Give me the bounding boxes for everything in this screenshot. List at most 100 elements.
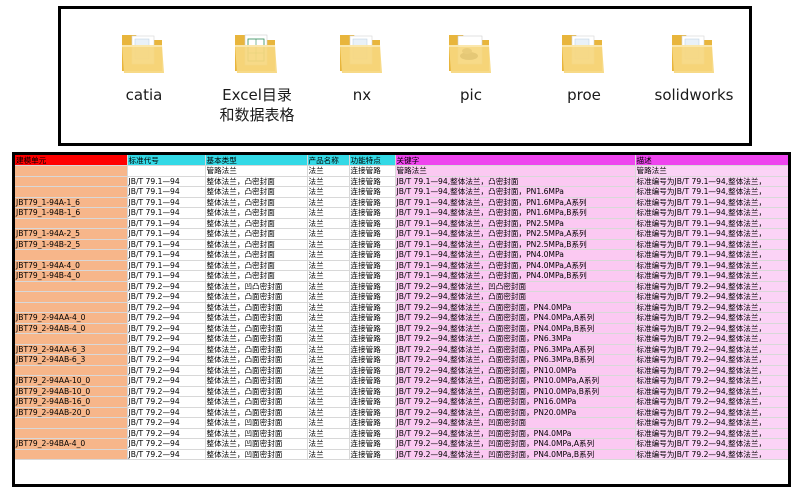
table-cell[interactable]: JB/T 79.1—94 bbox=[127, 197, 206, 208]
table-cell[interactable]: 法兰 bbox=[307, 449, 350, 460]
table-cell[interactable]: JB/T 79.1—94,整体法兰，凸密封面，PN1.6MPa,A系列 bbox=[395, 197, 636, 208]
table-cell[interactable]: 连接管路 bbox=[349, 249, 396, 261]
table-cell[interactable] bbox=[15, 165, 128, 177]
table-cell[interactable]: 标准编号为JB/T 79.2—94,整体法兰， bbox=[635, 407, 788, 418]
table-cell[interactable]: 连接管路 bbox=[349, 281, 396, 292]
table-cell[interactable]: JB/T 79.2—94,整体法兰，凸面密封面，PN6.3MPa,A系列 bbox=[395, 344, 636, 355]
table-cell[interactable]: 法兰 bbox=[307, 333, 350, 345]
table-cell[interactable]: 法兰 bbox=[307, 428, 350, 439]
table-cell[interactable]: 法兰 bbox=[307, 375, 350, 387]
table-cell[interactable]: 法兰 bbox=[307, 291, 350, 303]
table-cell[interactable]: JB/T 79.2—94 bbox=[127, 354, 206, 366]
table-cell[interactable]: JB/T 79.2—94,整体法兰，凸面密封面，PN4.0MPa bbox=[395, 302, 636, 313]
table-cell[interactable]: JB/T 79.2—94,整体法兰，凸面密封面，PN6.3MPa bbox=[395, 333, 636, 345]
table-cell[interactable]: 整体法兰，凸密封面 bbox=[205, 228, 308, 240]
folder-item-5[interactable]: solidworks bbox=[639, 27, 749, 105]
table-cell[interactable]: JB/T 79.2—94 bbox=[127, 438, 206, 450]
table-cell[interactable] bbox=[15, 302, 128, 313]
table-cell[interactable]: 标准编号为JB/T 79.2—94,整体法兰， bbox=[635, 417, 788, 429]
table-cell[interactable]: 标准编号为JB/T 79.2—94,整体法兰， bbox=[635, 396, 788, 408]
table-cell[interactable]: JB/T 79.2—94,整体法兰，凹面密封面，PN4.0MPa bbox=[395, 428, 636, 439]
table-cell[interactable]: 法兰 bbox=[307, 323, 350, 334]
table-cell[interactable]: 连接管路 bbox=[349, 302, 396, 313]
table-cell[interactable]: JB/T 79.1—94 bbox=[127, 218, 206, 229]
table-cell[interactable]: 法兰 bbox=[307, 165, 350, 177]
table-cell[interactable]: 法兰 bbox=[307, 396, 350, 408]
table-cell[interactable]: JBT79_2-94AB-4_0 bbox=[15, 323, 128, 334]
table-cell[interactable] bbox=[15, 428, 128, 439]
table-cell[interactable] bbox=[15, 281, 128, 292]
table-cell[interactable]: JB/T 79.2—94 bbox=[127, 302, 206, 313]
table-cell[interactable]: JB/T 79.2—94 bbox=[127, 428, 206, 439]
table-cell[interactable]: 标准编号为JB/T 79.1—94,整体法兰， bbox=[635, 197, 788, 208]
table-cell[interactable]: JBT79_1-94B-1_6 bbox=[15, 207, 128, 219]
table-cell[interactable]: JB/T 79.2—94,整体法兰，凹面密封面，PN4.0MPa,A系列 bbox=[395, 438, 636, 450]
table-cell[interactable]: JB/T 79.2—94,整体法兰，凹凸密封面 bbox=[395, 281, 636, 292]
table-cell[interactable]: JBT79_2-94AB-6_3 bbox=[15, 354, 128, 366]
table-cell[interactable] bbox=[15, 249, 128, 261]
table-cell[interactable]: 标准编号为JB/T 79.2—94,整体法兰， bbox=[635, 344, 788, 355]
table-cell[interactable]: JB/T 79.2—94,整体法兰，凸面密封面，PN4.0MPa,A系列 bbox=[395, 312, 636, 324]
table-cell[interactable]: 标准编号为JB/T 79.1—94,整体法兰， bbox=[635, 260, 788, 271]
table-cell[interactable]: JB/T 79.1—94 bbox=[127, 176, 206, 187]
table-cell[interactable]: 整体法兰，凸面密封面 bbox=[205, 375, 308, 387]
table-cell[interactable]: 标准编号为JB/T 79.1—94,整体法兰， bbox=[635, 186, 788, 198]
table-cell[interactable]: JBT79_1-94B-2_5 bbox=[15, 239, 128, 250]
table-cell[interactable]: JB/T 79.2—94 bbox=[127, 417, 206, 429]
table-cell[interactable]: 整体法兰，凹面密封面 bbox=[205, 417, 308, 429]
table-cell[interactable]: 整体法兰，凸密封面 bbox=[205, 176, 308, 187]
table-cell[interactable]: JB/T 79.1—94 bbox=[127, 228, 206, 240]
table-cell[interactable]: JB/T 79.1—94,整体法兰，凸密封面，PN2.5MPa,A系列 bbox=[395, 228, 636, 240]
table-cell[interactable]: 法兰 bbox=[307, 270, 350, 282]
table-cell[interactable]: 法兰 bbox=[307, 281, 350, 292]
table-cell[interactable] bbox=[15, 291, 128, 303]
table-cell[interactable]: JBT79_2-94AB-10_0 bbox=[15, 386, 128, 397]
table-cell[interactable]: 整体法兰，凸密封面 bbox=[205, 197, 308, 208]
table-cell[interactable]: 标准编号为JB/T 79.1—94,整体法兰， bbox=[635, 207, 788, 219]
table-cell[interactable]: 法兰 bbox=[307, 260, 350, 271]
table-cell[interactable]: 整体法兰，凸面密封面 bbox=[205, 312, 308, 324]
table-cell[interactable]: 连接管路 bbox=[349, 218, 396, 229]
table-cell[interactable]: 法兰 bbox=[307, 302, 350, 313]
table-cell[interactable]: 标准编号为JB/T 79.2—94,整体法兰， bbox=[635, 323, 788, 334]
table-cell[interactable]: JBT79_1-94A-1_6 bbox=[15, 197, 128, 208]
table-cell[interactable]: 连接管路 bbox=[349, 291, 396, 303]
table-cell[interactable]: 连接管路 bbox=[349, 228, 396, 240]
table-cell[interactable]: JBT79_1-94A-2_5 bbox=[15, 228, 128, 240]
table-cell[interactable]: JB/T 79.2—94 bbox=[127, 333, 206, 345]
table-cell[interactable]: JB/T 79.1—94 bbox=[127, 207, 206, 219]
table-cell[interactable]: JB/T 79.2—94 bbox=[127, 281, 206, 292]
table-cell[interactable]: 法兰 bbox=[307, 197, 350, 208]
table-cell[interactable]: JB/T 79.1—94,整体法兰，凸密封面，PN4.0MPa bbox=[395, 249, 636, 261]
table-cell[interactable]: 整体法兰，凸面密封面 bbox=[205, 354, 308, 366]
table-cell[interactable]: 连接管路 bbox=[349, 186, 396, 198]
table-cell[interactable]: 法兰 bbox=[307, 218, 350, 229]
table-cell[interactable]: 连接管路 bbox=[349, 312, 396, 324]
table-cell[interactable]: 法兰 bbox=[307, 417, 350, 429]
table-cell[interactable]: 整体法兰，凸面密封面 bbox=[205, 407, 308, 418]
table-cell[interactable] bbox=[15, 186, 128, 198]
table-cell[interactable]: JB/T 79.1—94,整体法兰，凸密封面，PN2.5MPa,B系列 bbox=[395, 239, 636, 250]
table-cell[interactable]: 法兰 bbox=[307, 249, 350, 261]
table-cell[interactable]: JB/T 79.1—94,整体法兰，凸密封面，PN1.6MPa bbox=[395, 186, 636, 198]
table-cell[interactable]: JB/T 79.2—94 bbox=[127, 449, 206, 460]
table-cell[interactable]: 连接管路 bbox=[349, 375, 396, 387]
table-cell[interactable]: 标准编号为JB/T 79.1—94,整体法兰， bbox=[635, 218, 788, 229]
table-cell[interactable]: 连接管路 bbox=[349, 417, 396, 429]
folder-item-1[interactable]: Excel目录 和数据表格 bbox=[202, 27, 312, 125]
table-cell[interactable]: 整体法兰，凸密封面 bbox=[205, 186, 308, 198]
table-cell[interactable]: 连接管路 bbox=[349, 386, 396, 397]
table-cell[interactable]: JB/T 79.2—94 bbox=[127, 396, 206, 408]
table-cell[interactable]: 整体法兰，凹面密封面 bbox=[205, 428, 308, 439]
table-cell[interactable]: 法兰 bbox=[307, 186, 350, 198]
folder-item-3[interactable]: pic bbox=[416, 27, 526, 105]
table-cell[interactable]: JB/T 79.2—94 bbox=[127, 344, 206, 355]
table-cell[interactable]: 法兰 bbox=[307, 207, 350, 219]
table-cell[interactable]: 连接管路 bbox=[349, 428, 396, 439]
table-cell[interactable]: 连接管路 bbox=[349, 365, 396, 376]
table-cell[interactable]: 整体法兰，凸面密封面 bbox=[205, 333, 308, 345]
table-cell[interactable]: JBT79_2-94AA-10_0 bbox=[15, 375, 128, 387]
table-cell[interactable]: JB/T 79.2—94,整体法兰，凸面密封面 bbox=[395, 291, 636, 303]
table-cell[interactable]: 标准编号为JB/T 79.2—94,整体法兰， bbox=[635, 312, 788, 324]
table-cell[interactable]: 整体法兰，凸面密封面 bbox=[205, 396, 308, 408]
